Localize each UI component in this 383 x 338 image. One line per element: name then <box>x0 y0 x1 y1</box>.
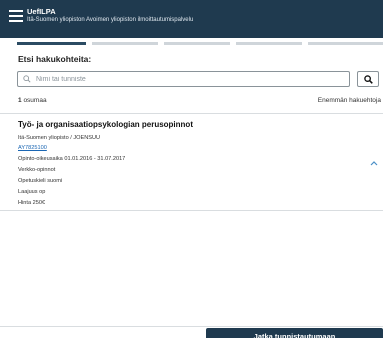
search-icon <box>364 75 373 84</box>
more-criteria-link[interactable]: Enemmän hakuehtoja <box>318 97 381 104</box>
search-button[interactable] <box>357 71 379 87</box>
results-divider-bottom <box>0 210 383 211</box>
step-5-indicator <box>308 42 383 45</box>
results-count-number: 1 <box>18 97 22 104</box>
search-heading: Etsi hakukohteita: <box>18 54 92 64</box>
course-price: Hinta 250€ <box>18 200 46 206</box>
course-period: Opinto-oikeusaika 01.01.2016 - 31.07.201… <box>18 156 126 162</box>
course-code-link[interactable]: AY7825100 <box>18 145 47 151</box>
step-2-indicator <box>92 42 158 45</box>
course-title: Työ- ja organisaatiopsykologian perusopi… <box>18 120 193 129</box>
search-icon <box>23 75 31 83</box>
app-header: UefILPA Itä-Suomen yliopiston Avoimen yl… <box>0 0 383 38</box>
results-count-label: osumaa <box>23 97 47 104</box>
course-scope: Laajuus op <box>18 189 46 195</box>
step-4-indicator <box>236 42 302 45</box>
step-1-indicator <box>17 42 86 45</box>
footer-divider <box>0 326 383 327</box>
step-3-indicator <box>164 42 230 45</box>
results-count: 1 osumaa <box>18 97 47 104</box>
course-mode: Verkko-opinnot <box>18 167 56 173</box>
course-organization: Itä-Suomen yliopisto / JOENSUU <box>18 135 101 141</box>
course-language: Opetuskieli suomi <box>18 178 63 184</box>
app-subtitle: Itä-Suomen yliopiston Avoimen yliopiston… <box>27 17 194 23</box>
continue-button[interactable]: Jatka tunnistautumaan <box>206 328 383 338</box>
course-result-item[interactable]: Työ- ja organisaatiopsykologian perusopi… <box>0 114 383 209</box>
search-field[interactable] <box>17 71 350 87</box>
step-progress <box>17 42 383 45</box>
search-input[interactable] <box>36 73 336 85</box>
chevron-up-icon[interactable] <box>370 160 378 166</box>
app-title: UefILPA <box>27 7 56 16</box>
hamburger-icon[interactable] <box>9 10 23 22</box>
